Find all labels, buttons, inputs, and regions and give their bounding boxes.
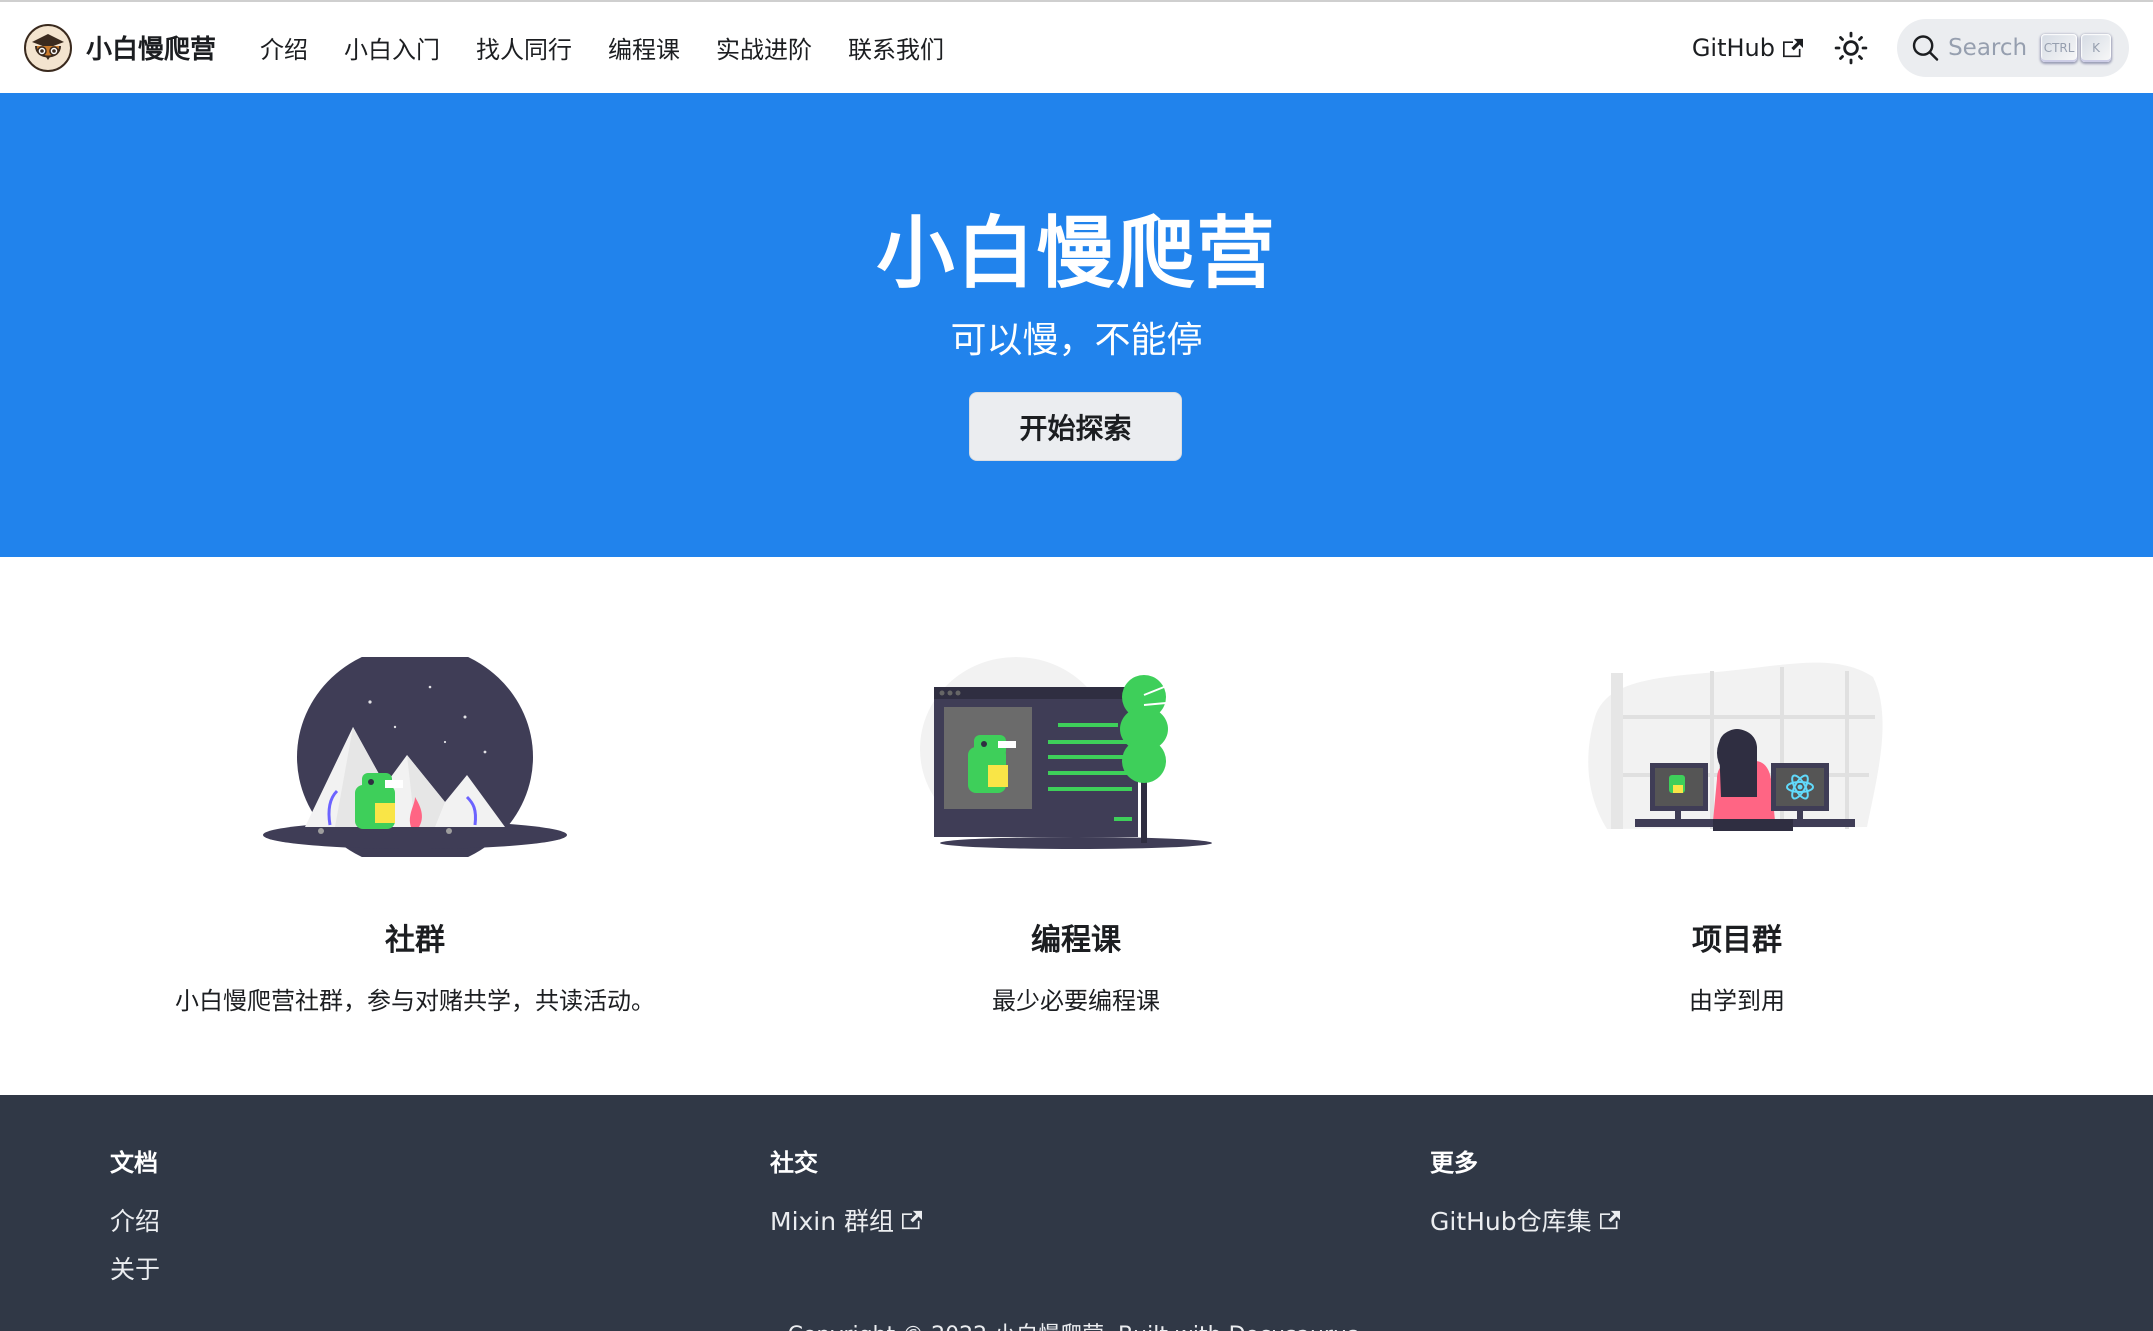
feature-projects-title: 项目群 — [1692, 923, 1782, 958]
browser-dino-illustration — [920, 657, 1212, 849]
footer-heading-more: 更多 — [1430, 1149, 1478, 1177]
top-navbar: 小白慢爬营 介绍 小白入门 找人同行 编程课 实战进阶 联系我们 GitHub — [0, 0, 2153, 93]
nav-link-beginner[interactable]: 小白入门 — [344, 30, 440, 65]
nav-link-contact[interactable]: 联系我们 — [848, 30, 944, 65]
github-link[interactable]: GitHub — [1692, 34, 1803, 62]
footer-heading-docs: 文档 — [110, 1149, 158, 1177]
start-explore-button[interactable]: 开始探索 — [969, 392, 1182, 461]
brand-logo-icon — [24, 23, 72, 72]
footer-copyright: Copyright © 2022 小白慢爬营. Built with Docus… — [0, 1317, 2153, 1331]
nav-right: GitHub Search CTRL K — [1692, 18, 2129, 77]
search-placeholder: Search — [1948, 34, 2028, 61]
feature-course-description: 最少必要编程课 — [992, 987, 1160, 1015]
brand-title: 小白慢爬营 — [86, 35, 217, 65]
footer-link-mixin-label: Mixin 群组 — [770, 1207, 895, 1236]
github-link-label: GitHub — [1691, 33, 1775, 62]
external-link-icon — [902, 1210, 923, 1230]
mountain-dino-illustration — [263, 657, 567, 857]
hero-title: 小白慢爬营 — [876, 209, 1277, 299]
footer-heading-social: 社交 — [770, 1149, 818, 1177]
external-link-icon — [1599, 1210, 1620, 1230]
developer-desk-illustration — [1588, 662, 1883, 831]
brand[interactable]: 小白慢爬营 — [24, 23, 217, 72]
nav-link-intro[interactable]: 介绍 — [260, 30, 308, 65]
footer-link-github-repos-label: GitHub仓库集 — [1430, 1207, 1592, 1236]
footer-link-intro[interactable]: 介绍 — [110, 1204, 160, 1236]
nav-link-find-companions[interactable]: 找人同行 — [476, 30, 572, 65]
theme-toggle-button[interactable] — [1831, 28, 1871, 68]
footer-link-intro-label: 介绍 — [110, 1207, 161, 1236]
nav-link-courses[interactable]: 编程课 — [608, 30, 680, 65]
hero-banner: 小白慢爬营 可以慢，不能停 开始探索 — [0, 93, 2153, 557]
sun-icon — [1834, 31, 1868, 64]
footer-link-about-label: 关于 — [110, 1255, 161, 1284]
feature-community-description: 小白慢爬营社群，参与对赌共学，共读活动。 — [175, 987, 655, 1015]
search-icon — [1912, 34, 1939, 61]
hero-subtitle: 可以慢，不能停 — [950, 320, 1203, 361]
footer-link-about[interactable]: 关于 — [110, 1252, 160, 1284]
feature-course-title: 编程课 — [1031, 923, 1121, 958]
search-button[interactable]: Search CTRL K — [1897, 18, 2129, 77]
footer: 文档 介绍 关于 社交 Mixin 群组 更多 GitHub仓库集 Copyri… — [0, 1095, 2153, 1331]
features-section: 社群 小白慢爬营社群，参与对赌共学，共读活动。 编程课 最少必要编程课 项目群 … — [0, 557, 2153, 1095]
nav-link-advanced[interactable]: 实战进阶 — [716, 30, 812, 65]
kbd-ctrl: CTRL — [2041, 33, 2077, 62]
page: 小白慢爬营 介绍 小白入门 找人同行 编程课 实战进阶 联系我们 GitHub — [0, 0, 2153, 1331]
feature-projects-description: 由学到用 — [1689, 987, 1785, 1015]
footer-column-more: 更多 GitHub仓库集 — [1430, 1143, 1620, 1252]
kbd-k: K — [2081, 33, 2111, 62]
footer-column-social: 社交 Mixin 群组 — [770, 1143, 923, 1252]
footer-link-github-repos[interactable]: GitHub仓库集 — [1430, 1204, 1620, 1236]
footer-link-mixin[interactable]: Mixin 群组 — [770, 1204, 923, 1236]
feature-community-title: 社群 — [385, 923, 445, 958]
nav-links: 介绍 小白入门 找人同行 编程课 实战进阶 联系我们 — [242, 30, 962, 65]
external-link-icon — [1783, 38, 1803, 57]
footer-column-docs: 文档 介绍 关于 — [110, 1143, 160, 1300]
